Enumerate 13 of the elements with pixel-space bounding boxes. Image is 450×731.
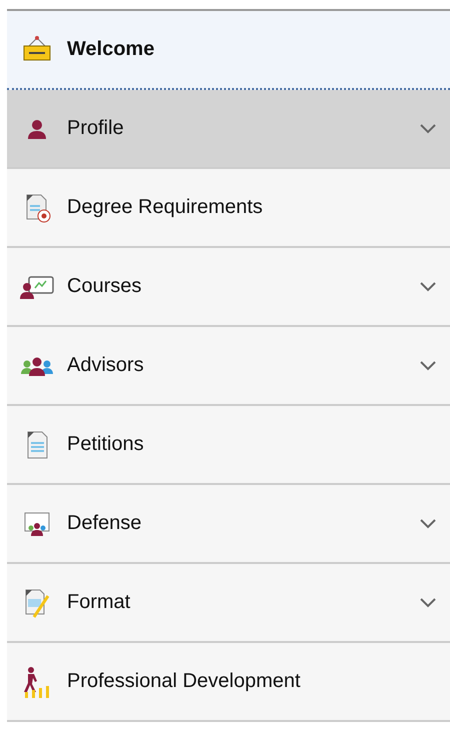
document-pencil-icon xyxy=(23,586,51,618)
menu-item[interactable]: Petitions xyxy=(7,406,450,485)
menu-item[interactable]: Professional Development xyxy=(7,643,450,722)
menu-item[interactable]: Format xyxy=(7,564,450,643)
document-icon xyxy=(25,430,49,460)
walking-person-bars-icon xyxy=(22,666,52,698)
menu-item[interactable]: Degree Requirements xyxy=(7,169,450,248)
menu-item[interactable]: Welcome xyxy=(7,11,450,90)
menu-item[interactable]: Defense xyxy=(7,485,450,564)
audience-screen-icon xyxy=(22,510,52,538)
menu-item[interactable]: Courses xyxy=(7,248,450,327)
menu-item[interactable]: Profile xyxy=(7,90,450,169)
menu-item[interactable]: Advisors xyxy=(7,327,450,406)
